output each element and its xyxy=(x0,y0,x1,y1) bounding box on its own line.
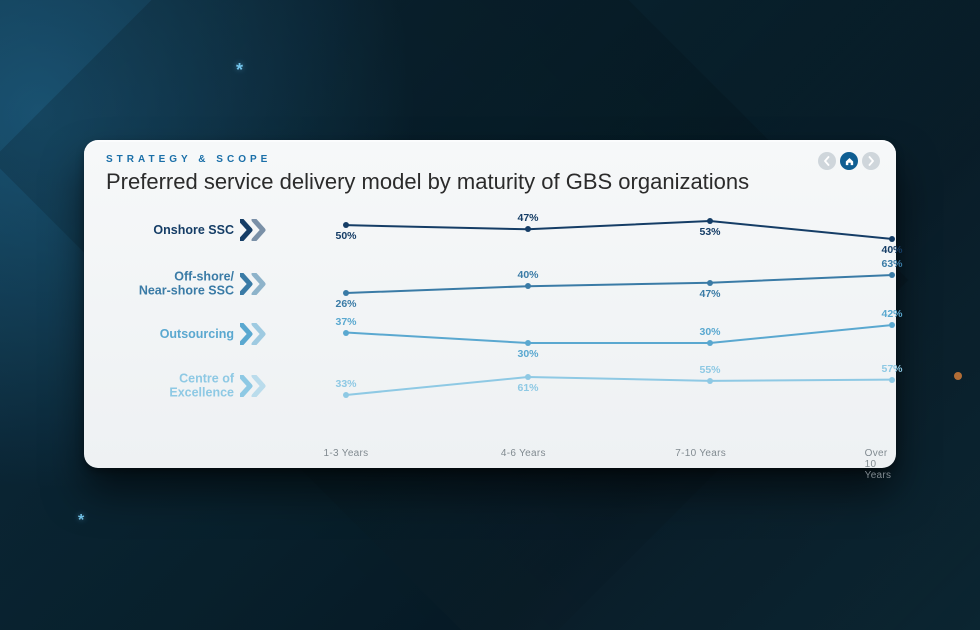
series-row: Centre of Excellence33%61%55%57% xyxy=(106,366,874,406)
data-point: 50% xyxy=(343,222,349,228)
series-label: Onshore SSC xyxy=(153,223,234,237)
data-point: 47% xyxy=(525,226,531,232)
double-chevron-icon xyxy=(240,273,270,295)
data-point: 57% xyxy=(889,377,895,383)
x-tick-label: 7-10 Years xyxy=(675,448,726,459)
data-point-label: 40% xyxy=(517,269,538,281)
x-tick-label: 4-6 Years xyxy=(501,448,546,459)
series-row: Off-shore/ Near-shore SSC26%40%47%63% xyxy=(106,264,874,304)
series-plot: 33%61%55%57% xyxy=(346,366,888,406)
data-point: 37% xyxy=(343,330,349,336)
data-point: 26% xyxy=(343,290,349,296)
series-plot: 50%47%53%40% xyxy=(346,210,888,250)
data-point-label: 30% xyxy=(517,348,538,360)
data-point: 63% xyxy=(889,272,895,278)
chevron-left-icon xyxy=(822,156,832,166)
data-point: 55% xyxy=(707,378,713,384)
slide-title: Preferred service delivery model by matu… xyxy=(106,169,874,195)
decor-dot xyxy=(954,372,962,380)
slide-card: STRATEGY & SCOPE Preferred service deliv… xyxy=(84,140,896,468)
nav-next-button[interactable] xyxy=(862,152,880,170)
home-icon xyxy=(844,156,855,167)
data-point-label: 47% xyxy=(699,288,720,300)
sparkle-icon: * xyxy=(236,60,243,81)
data-point: 30% xyxy=(525,340,531,346)
data-point-label: 37% xyxy=(335,316,356,328)
data-point: 40% xyxy=(525,283,531,289)
data-point-label: 26% xyxy=(335,298,356,310)
series-line xyxy=(346,264,902,304)
nav-prev-button[interactable] xyxy=(818,152,836,170)
data-point-label: 47% xyxy=(517,212,538,224)
data-point-label: 30% xyxy=(699,326,720,338)
series-line xyxy=(346,314,902,354)
slide-eyebrow: STRATEGY & SCOPE xyxy=(106,154,874,165)
data-point: 30% xyxy=(707,340,713,346)
chevron-right-icon xyxy=(866,156,876,166)
nav-home-button[interactable] xyxy=(840,152,858,170)
double-chevron-icon xyxy=(240,219,270,241)
data-point-label: 55% xyxy=(699,364,720,376)
chart-area: Onshore SSC 50% 47% 53% 40% Off-shore/ Near-s… xyxy=(84,206,896,438)
data-point-label: 61% xyxy=(517,382,538,394)
data-point-label: 63% xyxy=(881,258,902,270)
data-point-label: 53% xyxy=(699,226,720,238)
series-label: Off-shore/ Near-shore SSC xyxy=(139,270,234,299)
series-row: Outsourcing37%30%30%42% xyxy=(106,314,874,354)
series-plot: 37%30%30%42% xyxy=(346,314,888,354)
series-row: Onshore SSC50%47%53%40% xyxy=(106,210,874,250)
data-point: 61% xyxy=(525,374,531,380)
data-point-label: 40% xyxy=(881,244,902,256)
data-point-label: 50% xyxy=(335,230,356,242)
data-point: 33% xyxy=(343,392,349,398)
data-point: 40% xyxy=(889,236,895,242)
double-chevron-icon xyxy=(240,375,270,397)
x-tick-label: 1-3 Years xyxy=(324,448,369,459)
data-point-label: 33% xyxy=(335,378,356,390)
sparkle-icon: * xyxy=(78,512,84,530)
data-point-label: 57% xyxy=(881,363,902,375)
series-label: Outsourcing xyxy=(160,327,234,341)
slide-nav xyxy=(818,152,880,170)
series-line xyxy=(346,366,902,406)
x-tick-label: Over 10 Years xyxy=(865,448,892,481)
data-point: 47% xyxy=(707,280,713,286)
series-plot: 26%40%47%63% xyxy=(346,264,888,304)
series-label: Centre of Excellence xyxy=(169,372,234,401)
data-point-label: 42% xyxy=(881,308,902,320)
data-point: 42% xyxy=(889,322,895,328)
presentation-stage: * * STRATEGY & SCOPE Preferred service d… xyxy=(0,0,980,630)
data-point: 53% xyxy=(707,218,713,224)
double-chevron-icon xyxy=(240,323,270,345)
series-line xyxy=(346,210,902,250)
x-axis: 1-3 Years4-6 Years7-10 YearsOver 10 Year… xyxy=(346,448,888,462)
